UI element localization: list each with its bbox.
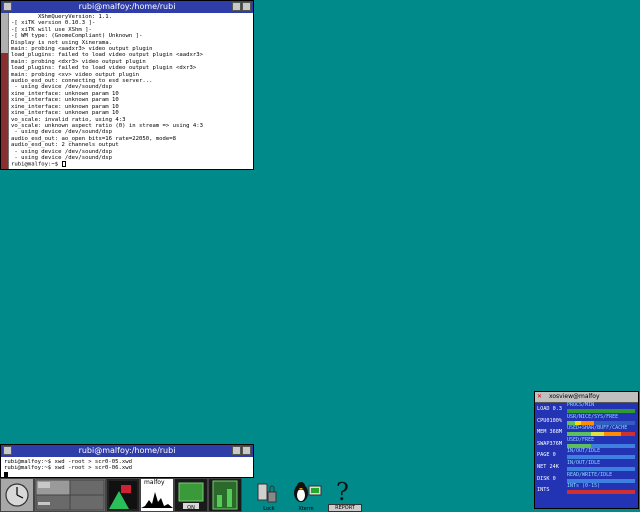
meter-segment [584, 409, 635, 413]
terminal-titlebar[interactable]: rubi@malfoy:/home/rubi [1, 445, 253, 457]
terminal-output[interactable]: XShmQueryVersion: 1.1. -[ xiTK version 0.… [9, 13, 253, 169]
meter-segment [594, 420, 635, 425]
lock-icon [257, 483, 277, 503]
text-cursor [4, 471, 8, 478]
dock-bar: malfoy ON [0, 478, 242, 512]
window-menu-button[interactable] [3, 2, 12, 11]
meter-bar [567, 420, 635, 425]
activity-graph-icon [141, 492, 173, 508]
maximize-button[interactable] [242, 2, 251, 11]
meter-segment [567, 443, 591, 448]
lock-launcher[interactable]: Lock [252, 478, 286, 512]
maximize-button[interactable] [242, 446, 251, 455]
meter-legend: USED/FREE [567, 436, 595, 443]
meter-label: DISK 0 [537, 475, 556, 482]
meter-row: LOAD 0.3 PROCS/MIN [535, 403, 638, 415]
meter-segment [567, 432, 591, 437]
xterm-launcher[interactable]: Xterm [289, 478, 323, 512]
meter-segment [621, 432, 635, 437]
meter-label: CPU0100% [537, 417, 562, 424]
meter-bar [567, 478, 635, 483]
close-icon[interactable]: ✕ [537, 392, 542, 402]
clock-icon [5, 483, 29, 507]
meter-label: SWAP376M [537, 440, 562, 447]
meter-segment [580, 420, 595, 425]
terminal-scrollbar[interactable] [1, 13, 9, 169]
meter-label: INTS [537, 487, 550, 494]
lock-label: Lock [263, 506, 275, 512]
meter-bar [567, 409, 635, 413]
window-title: rubi@malfoy:/home/rubi [78, 446, 176, 455]
volume-applet[interactable] [208, 478, 242, 512]
image-viewer-applet[interactable] [106, 478, 140, 512]
tux-penguin-icon [294, 482, 322, 502]
help-label: REPORT [328, 504, 362, 512]
meter-row: INTS INTs (0-15) [535, 484, 638, 496]
meter-bar [567, 466, 635, 471]
meter-segment [567, 420, 576, 425]
scrollbar-thumb[interactable] [1, 53, 8, 169]
terminal-window-secondary[interactable]: rubi@malfoy:/home/rubi rubi@malfoy:~$ xw… [0, 444, 254, 478]
pager-icon [35, 479, 105, 511]
clock-applet[interactable] [0, 478, 34, 512]
meter-legend: READ/WRITE/IDLE [567, 471, 613, 478]
terminal-window-main[interactable]: rubi@malfoy:/home/rubi XShmQueryVersion:… [0, 0, 254, 170]
meter-legend: IN/OUT/IDLE [567, 459, 601, 466]
svg-text:?: ? [336, 478, 349, 504]
meter-segment [570, 466, 635, 471]
text-cursor [61, 161, 66, 168]
help-launcher[interactable]: ? REPORT [328, 478, 362, 512]
window-title: rubi@malfoy:/home/rubi [78, 2, 176, 11]
meter-segment [604, 432, 622, 437]
pager-applet[interactable] [34, 478, 106, 512]
meter-row: NET 24K IN/OUT/IDLE [535, 459, 638, 473]
question-mark-icon: ? [336, 478, 349, 506]
window-menu-button[interactable] [3, 446, 12, 455]
mixer-applet[interactable]: ON [174, 478, 208, 512]
meter-segment [590, 432, 605, 437]
meter-label: NET 24K [537, 463, 559, 470]
terminal-prompt[interactable]: rubi@malfoy:~$ [11, 161, 251, 168]
meter-segment [567, 490, 574, 495]
prompt-text: rubi@malfoy:~$ [11, 161, 62, 168]
minimize-button[interactable] [232, 2, 241, 11]
meter-legend: PROCS/MIN [567, 402, 595, 408]
meter-legend: IN/OUT/IDLE [567, 448, 601, 455]
meter-legend: USED+SHAR/BUFF/CACHE [567, 425, 628, 432]
host-label: malfoy [144, 479, 165, 486]
meter-label: MEM 368M [537, 429, 562, 436]
image-icon [109, 481, 137, 509]
network-monitor-applet[interactable]: malfoy [140, 478, 174, 512]
meter-segment [570, 478, 635, 483]
meter-bar [567, 490, 635, 495]
xterm-label: Xterm [298, 506, 314, 512]
window-title: xosview@malfoy [549, 393, 600, 400]
meter-segment [590, 443, 635, 448]
meter-bar [567, 443, 635, 448]
meter-label: LOAD 0.3 [537, 406, 562, 412]
terminal-titlebar[interactable]: rubi@malfoy:/home/rubi [1, 1, 253, 13]
minimize-button[interactable] [232, 446, 241, 455]
meter-legend: USR/NICE/SYS/FREE [567, 413, 619, 420]
meter-label: PAGE 0 [537, 452, 556, 459]
meter-legend: INTs (0-15) [567, 483, 601, 490]
xosview-window[interactable]: ✕ xosview@malfoy LOAD 0.3 PROCS/MIN CPU010… [534, 391, 639, 509]
meter-segment [570, 455, 635, 460]
meter-bar [567, 455, 635, 460]
meter-segment [573, 490, 635, 495]
mixer-label: ON [187, 505, 195, 511]
meter-segment [567, 409, 584, 413]
volume-slider-icon [212, 480, 238, 510]
meter-bar [567, 432, 635, 437]
